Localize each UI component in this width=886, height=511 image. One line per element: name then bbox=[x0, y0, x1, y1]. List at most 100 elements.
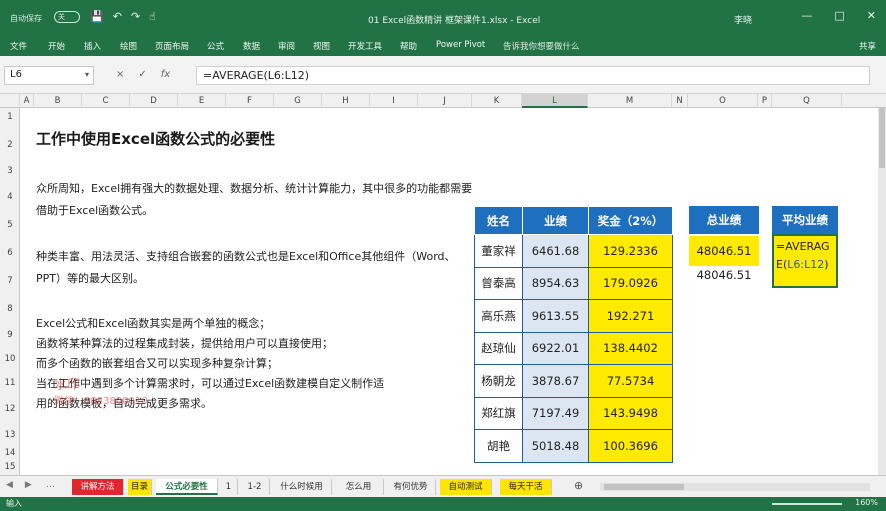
more-sheets-icon[interactable]: … bbox=[46, 480, 55, 490]
sheet-tab[interactable]: 公式必要性 bbox=[156, 479, 218, 495]
tab-data[interactable]: 数据 bbox=[243, 40, 260, 52]
cell-name[interactable]: 郑红旗 bbox=[474, 397, 523, 430]
select-all-corner[interactable] bbox=[0, 94, 20, 108]
cell-score[interactable]: 5018.48 bbox=[522, 429, 589, 463]
row-header[interactable]: 2 bbox=[0, 140, 20, 150]
column-header[interactable]: C bbox=[82, 94, 130, 108]
touch-mode-icon[interactable]: ☝ bbox=[149, 10, 156, 23]
cell-bonus[interactable]: 192.271 bbox=[588, 299, 673, 333]
row-header[interactable]: 1 bbox=[0, 112, 20, 122]
prev-sheet-icon[interactable]: ◀ bbox=[6, 480, 13, 490]
column-header[interactable]: A bbox=[20, 94, 34, 108]
tab-review[interactable]: 审阅 bbox=[278, 40, 295, 52]
worksheet-grid[interactable]: 工作中使用Excel函数公式的必要性 众所周知，Excel拥有强大的数据处理、数… bbox=[20, 108, 878, 475]
cell-score[interactable]: 7197.49 bbox=[522, 397, 589, 430]
column-header[interactable]: J bbox=[418, 94, 472, 108]
cell-bonus[interactable]: 100.3696 bbox=[588, 429, 673, 463]
sheet-tab[interactable]: 1-2 bbox=[240, 479, 270, 495]
redo-icon[interactable]: ↷ bbox=[131, 10, 140, 23]
column-header[interactable]: Q bbox=[772, 94, 842, 108]
cell-bonus[interactable]: 129.2336 bbox=[588, 234, 673, 268]
minimize-icon[interactable]: — bbox=[801, 9, 812, 22]
row-header[interactable]: 11 bbox=[0, 378, 20, 388]
tab-draw[interactable]: 绘图 bbox=[120, 40, 137, 52]
row-header[interactable]: 12 bbox=[0, 404, 20, 414]
column-header[interactable]: K bbox=[472, 94, 522, 108]
name-box[interactable]: L6 ▾ bbox=[4, 66, 94, 85]
row-header[interactable]: 4 bbox=[0, 192, 20, 202]
row-header[interactable]: 9 bbox=[0, 330, 20, 340]
sheet-tab[interactable]: 怎么用 bbox=[334, 479, 384, 495]
cell-score[interactable]: 3878.67 bbox=[522, 364, 589, 398]
header-name[interactable]: 姓名 bbox=[474, 206, 523, 235]
row-header[interactable]: 8 bbox=[0, 304, 20, 314]
row-header[interactable]: 13 bbox=[0, 430, 20, 440]
row-header[interactable]: 10 bbox=[0, 354, 20, 364]
autosave-toggle[interactable]: 关 bbox=[54, 11, 80, 23]
sheet-tab[interactable]: 有何优势 bbox=[386, 479, 436, 495]
header-score[interactable]: 业绩 bbox=[522, 206, 589, 235]
formula-input[interactable]: =AVERAGE(L6:L12) bbox=[196, 66, 870, 85]
enter-icon[interactable]: ✓ bbox=[138, 69, 146, 80]
next-sheet-icon[interactable]: ▶ bbox=[25, 480, 32, 490]
header-bonus[interactable]: 奖金（2%） bbox=[588, 206, 673, 235]
row-header[interactable]: 3 bbox=[0, 166, 20, 176]
tab-home[interactable]: 开始 bbox=[48, 40, 65, 52]
cell-bonus[interactable]: 179.0926 bbox=[588, 267, 673, 300]
row-header[interactable]: 15 bbox=[0, 462, 20, 472]
column-header[interactable]: P bbox=[758, 94, 772, 108]
tab-insert[interactable]: 插入 bbox=[84, 40, 101, 52]
restore-icon[interactable]: □ bbox=[834, 9, 844, 22]
sheet-tab[interactable]: 什么时候用 bbox=[272, 479, 332, 495]
total-value-cell-2[interactable]: 48046.51 bbox=[689, 262, 759, 288]
average-cell-editing[interactable]: =AVERAG E(L6:L12) bbox=[772, 234, 838, 288]
row-header[interactable]: 5 bbox=[0, 220, 20, 230]
column-header[interactable]: O bbox=[688, 94, 758, 108]
cell-name[interactable]: 赵琼仙 bbox=[474, 332, 523, 365]
row-header[interactable]: 6 bbox=[0, 248, 20, 258]
zoom-slider[interactable] bbox=[772, 503, 842, 505]
sheet-tab[interactable]: 自动测试 bbox=[440, 479, 492, 495]
column-header[interactable]: H bbox=[322, 94, 370, 108]
cell-score[interactable]: 6922.01 bbox=[522, 332, 589, 365]
save-icon[interactable]: 💾 bbox=[90, 10, 104, 23]
sheet-tab[interactable]: 1 bbox=[220, 479, 238, 495]
add-sheet-icon[interactable]: ⊕ bbox=[574, 479, 583, 492]
cell-name[interactable]: 高乐燕 bbox=[474, 299, 523, 333]
tab-page-layout[interactable]: 页面布局 bbox=[155, 40, 189, 52]
tab-power-pivot[interactable]: Power Pivot bbox=[436, 40, 485, 50]
scrollbar-thumb[interactable] bbox=[604, 484, 684, 490]
column-header[interactable]: I bbox=[370, 94, 418, 108]
zoom-level[interactable]: 160% bbox=[855, 498, 878, 507]
vertical-scrollbar[interactable] bbox=[878, 108, 886, 475]
cell-name[interactable]: 曾泰高 bbox=[474, 267, 523, 300]
close-icon[interactable]: ✕ bbox=[867, 9, 876, 22]
scrollbar-thumb[interactable] bbox=[879, 108, 885, 168]
undo-icon[interactable]: ↶ bbox=[113, 10, 122, 23]
row-header[interactable]: 14 bbox=[0, 448, 20, 458]
cell-score[interactable]: 6461.68 bbox=[522, 234, 589, 268]
column-header[interactable]: M bbox=[588, 94, 672, 108]
column-header[interactable]: G bbox=[274, 94, 322, 108]
column-header[interactable]: E bbox=[178, 94, 226, 108]
tab-developer[interactable]: 开发工具 bbox=[348, 40, 382, 52]
insert-function-icon[interactable]: fx bbox=[161, 69, 170, 80]
share-button[interactable]: 共享 bbox=[859, 40, 876, 52]
row-header[interactable]: 7 bbox=[0, 276, 20, 286]
cell-name[interactable]: 胡艳 bbox=[474, 429, 523, 463]
average-header[interactable]: 平均业绩 bbox=[772, 206, 838, 234]
user-name[interactable]: 李晓 bbox=[734, 13, 752, 26]
cell-score[interactable]: 9613.55 bbox=[522, 299, 589, 333]
cancel-icon[interactable]: × bbox=[116, 69, 124, 80]
column-header[interactable]: L bbox=[522, 94, 588, 108]
column-header[interactable]: D bbox=[130, 94, 178, 108]
column-header[interactable]: B bbox=[34, 94, 82, 108]
tab-help[interactable]: 帮助 bbox=[400, 40, 417, 52]
cell-bonus[interactable]: 77.5734 bbox=[588, 364, 673, 398]
cell-score[interactable]: 8954.63 bbox=[522, 267, 589, 300]
tab-file[interactable]: 文件 bbox=[10, 40, 27, 52]
horizontal-scrollbar[interactable] bbox=[600, 483, 870, 491]
sheet-tab[interactable]: 每天干活 bbox=[500, 479, 552, 495]
total-header[interactable]: 总业绩 bbox=[689, 206, 759, 234]
cell-name[interactable]: 杨朝龙 bbox=[474, 364, 523, 398]
